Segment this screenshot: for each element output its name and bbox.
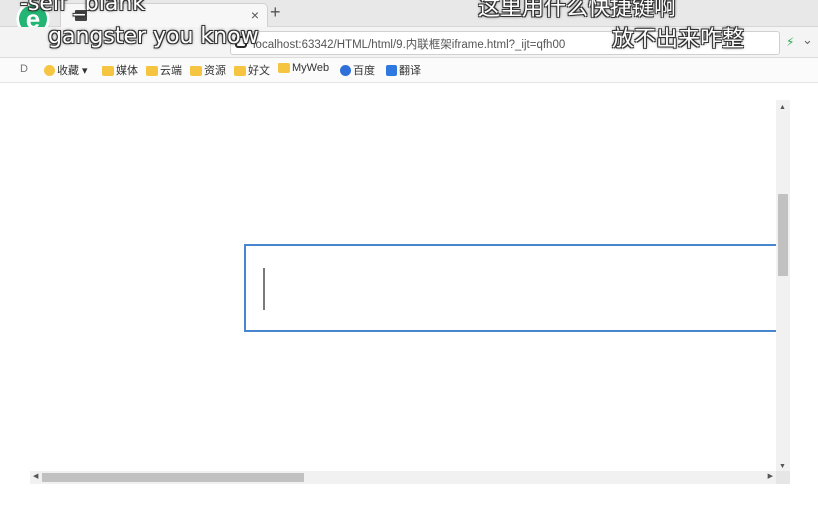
star-icon: [44, 65, 55, 76]
address-bar: localhost:63342/HTML/html/9.内联框架iframe.h…: [0, 27, 818, 58]
folder-icon: [190, 66, 202, 76]
bookmark-label: 百度: [353, 65, 375, 77]
bookmark-translate[interactable]: 翻译: [386, 62, 421, 78]
horizontal-scroll-thumb[interactable]: [42, 473, 304, 482]
folder-icon: [234, 66, 246, 76]
bookmark-label: 资源: [204, 65, 226, 77]
paw-icon: [340, 65, 351, 76]
lightning-icon[interactable]: ⚡: [786, 35, 794, 49]
browser-tab[interactable]: ×: [60, 3, 268, 27]
scroll-down-arrow-icon[interactable]: ▼: [779, 463, 786, 470]
site-info-icon[interactable]: [235, 36, 247, 48]
scroll-right-arrow-icon[interactable]: ▶: [768, 472, 773, 480]
bookmark-label: 云端: [160, 65, 182, 77]
bookmark-favorites[interactable]: 收藏 ▾: [44, 62, 88, 78]
bookmarks-toggle[interactable]: D: [20, 63, 28, 75]
bookmark-label: MyWeb: [292, 62, 330, 74]
bookmark-label: 媒体: [116, 65, 138, 77]
vertical-scrollbar[interactable]: ▲ ▼: [776, 100, 790, 472]
tab-close-icon[interactable]: ×: [251, 7, 259, 23]
bookmark-baidu[interactable]: 百度: [340, 62, 375, 78]
url-field[interactable]: localhost:63342/HTML/html/9.内联框架iframe.h…: [230, 31, 780, 55]
iframe-textbox[interactable]: [244, 244, 790, 332]
scroll-up-arrow-icon[interactable]: ▲: [779, 104, 786, 111]
folder-icon: [146, 66, 158, 76]
folder-icon: [102, 66, 114, 76]
scrollbar-corner: [776, 471, 790, 484]
bookmark-media[interactable]: 媒体: [102, 62, 138, 78]
bookmark-label: 翻译: [399, 65, 421, 77]
bookmark-label: 好文: [248, 65, 270, 77]
bookmark-label: 收藏: [57, 65, 79, 77]
text-caret: [263, 268, 265, 310]
bookmarks-bar: D 收藏 ▾ 媒体 云端 资源 好文 MyWeb 百度 翻译: [0, 58, 818, 83]
folder-icon: [278, 63, 290, 73]
translate-icon: [386, 65, 397, 76]
chevron-down-icon[interactable]: ⌄: [802, 32, 813, 48]
url-text[interactable]: localhost:63342/HTML/html/9.内联框架iframe.h…: [253, 36, 565, 52]
horizontal-scrollbar[interactable]: ◀ ▶: [30, 471, 776, 484]
new-tab-button[interactable]: +: [270, 2, 281, 22]
screen: × + e localhost:63342/HTML/html/9.内联框架if…: [0, 0, 818, 508]
bookmark-myweb[interactable]: MyWeb: [278, 62, 329, 78]
page-favicon-icon: [75, 10, 87, 21]
page-viewport: [9, 83, 790, 485]
bookmark-resources[interactable]: 资源: [190, 62, 226, 78]
bookmark-articles[interactable]: 好文: [234, 62, 270, 78]
tab-strip: × +: [0, 0, 818, 27]
vertical-scroll-thumb[interactable]: [778, 194, 788, 276]
scroll-left-arrow-icon[interactable]: ◀: [33, 472, 38, 480]
bookmark-cloud[interactable]: 云端: [146, 62, 182, 78]
